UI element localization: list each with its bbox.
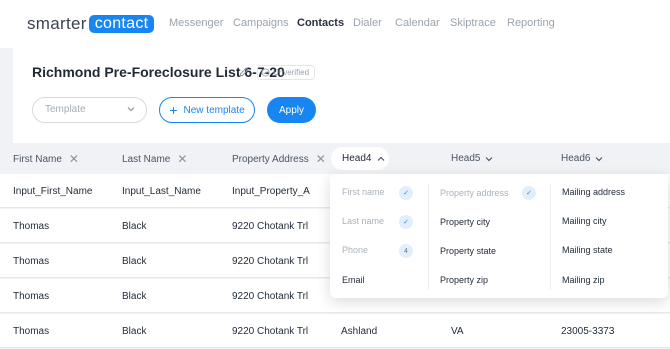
option-mailing-address[interactable]: Mailing address <box>562 187 625 197</box>
plus-icon: + <box>169 102 178 118</box>
cell-property-address: 9220 Chotank Trl <box>232 291 309 302</box>
nav-dialer[interactable]: Dialer <box>353 17 382 29</box>
option-mailing-state[interactable]: Mailing state <box>562 245 613 255</box>
column-header-label: Head5 <box>451 153 481 164</box>
option-phone[interactable]: Phone <box>342 245 368 255</box>
template-select[interactable]: Template <box>32 97 147 123</box>
chevron-up-icon <box>378 156 385 161</box>
column-header-label: Head4 <box>342 153 372 164</box>
cell-last-name: Black <box>122 256 147 267</box>
column-header-head5[interactable]: Head5 <box>451 153 493 164</box>
divider <box>428 184 429 290</box>
cell-first-name: Thomas <box>13 326 50 337</box>
option-mailing-zip[interactable]: Mailing zip <box>562 275 605 285</box>
remove-column-icon[interactable]: ✕ <box>177 153 187 165</box>
column-header-head4[interactable]: Head4 <box>331 147 389 170</box>
cell-last-name: Black <box>122 221 147 232</box>
column-header-label: Property Address <box>232 153 309 165</box>
cell-first-name: Input_First_Name <box>13 186 93 197</box>
nav-calendar[interactable]: Calendar <box>395 17 440 29</box>
cell-first-name: Thomas <box>13 291 50 302</box>
remove-column-icon[interactable]: ✕ <box>69 153 79 165</box>
cell-last-name: Black <box>122 326 147 337</box>
status-badge-label: Unverified <box>273 68 310 77</box>
cell-first-name: Thomas <box>13 256 50 267</box>
column-header-label: Last Name <box>122 153 171 165</box>
brand-name-part2: contact <box>88 15 155 33</box>
nav-reporting[interactable]: Reporting <box>507 17 555 29</box>
option-first-name[interactable]: First name <box>342 187 385 197</box>
edit-pencil-icon[interactable] <box>238 66 250 78</box>
cell-last-name: Black <box>122 291 147 302</box>
check-icon: ✓ <box>522 186 536 200</box>
option-property-city[interactable]: Property city <box>440 217 490 227</box>
template-select-placeholder: Template <box>45 104 86 115</box>
cell-head5: VA <box>451 326 464 337</box>
column-mapping-dropdown: First name ✓ Last name ✓ Phone 4 Email P… <box>330 174 668 298</box>
nav-messenger[interactable]: Messenger <box>169 17 223 29</box>
option-email[interactable]: Email <box>342 275 365 285</box>
apply-label: Apply <box>278 104 304 116</box>
column-header-head6[interactable]: Head6 <box>561 153 603 164</box>
option-property-state[interactable]: Property state <box>440 246 496 256</box>
cell-property-address: 9220 Chotank Trl <box>232 256 309 267</box>
column-header-first-name: First Name ✕ <box>13 153 79 165</box>
cell-property-address: 9220 Chotank Trl <box>232 326 309 337</box>
new-template-button[interactable]: + New template <box>159 97 255 123</box>
chevron-down-icon <box>486 156 493 161</box>
list-header-card: Richmond Pre-Foreclosure List 6-7-20 Unv… <box>13 48 670 143</box>
table-row: Thomas Black 9220 Chotank Trl Ashland VA… <box>0 314 670 348</box>
cell-first-name: Thomas <box>13 221 50 232</box>
check-icon: ✓ <box>399 215 413 229</box>
nav-contacts[interactable]: Contacts <box>297 17 344 29</box>
column-header-label: First Name <box>13 153 62 165</box>
column-header-last-name: Last Name ✕ <box>122 153 187 165</box>
brand-logo[interactable]: smarter contact <box>27 14 155 34</box>
option-last-name[interactable]: Last name <box>342 216 384 226</box>
cell-property-address: 9220 Chotank Trl <box>232 221 309 232</box>
unverified-check-icon <box>261 68 270 77</box>
option-property-address[interactable]: Property address <box>440 188 509 198</box>
apply-button[interactable]: Apply <box>267 97 316 123</box>
cell-head6: 23005-3373 <box>561 326 615 337</box>
nav-skiptrace[interactable]: Skiptrace <box>450 17 496 29</box>
nav-campaigns[interactable]: Campaigns <box>233 17 289 29</box>
chevron-down-icon <box>596 156 603 161</box>
cell-property-address: Input_Property_A <box>232 186 310 197</box>
cell-head4: Ashland <box>341 326 378 337</box>
phone-count-badge: 4 <box>399 244 413 258</box>
cell-last-name: Input_Last_Name <box>122 186 201 197</box>
column-header-property-address: Property Address ✕ <box>232 153 326 165</box>
remove-column-icon[interactable]: ✕ <box>316 153 326 165</box>
option-mailing-city[interactable]: Mailing city <box>562 216 607 226</box>
check-icon: ✓ <box>399 186 413 200</box>
option-property-zip[interactable]: Property zip <box>440 275 488 285</box>
top-navigation: smarter contact Messenger Campaigns Cont… <box>0 0 670 48</box>
column-header-label: Head6 <box>561 153 591 164</box>
new-template-label: New template <box>183 104 245 116</box>
brand-name-part1: smarter <box>27 14 87 33</box>
status-badge: Unverified <box>257 65 316 80</box>
divider <box>550 184 551 290</box>
chevron-down-icon <box>127 107 135 112</box>
